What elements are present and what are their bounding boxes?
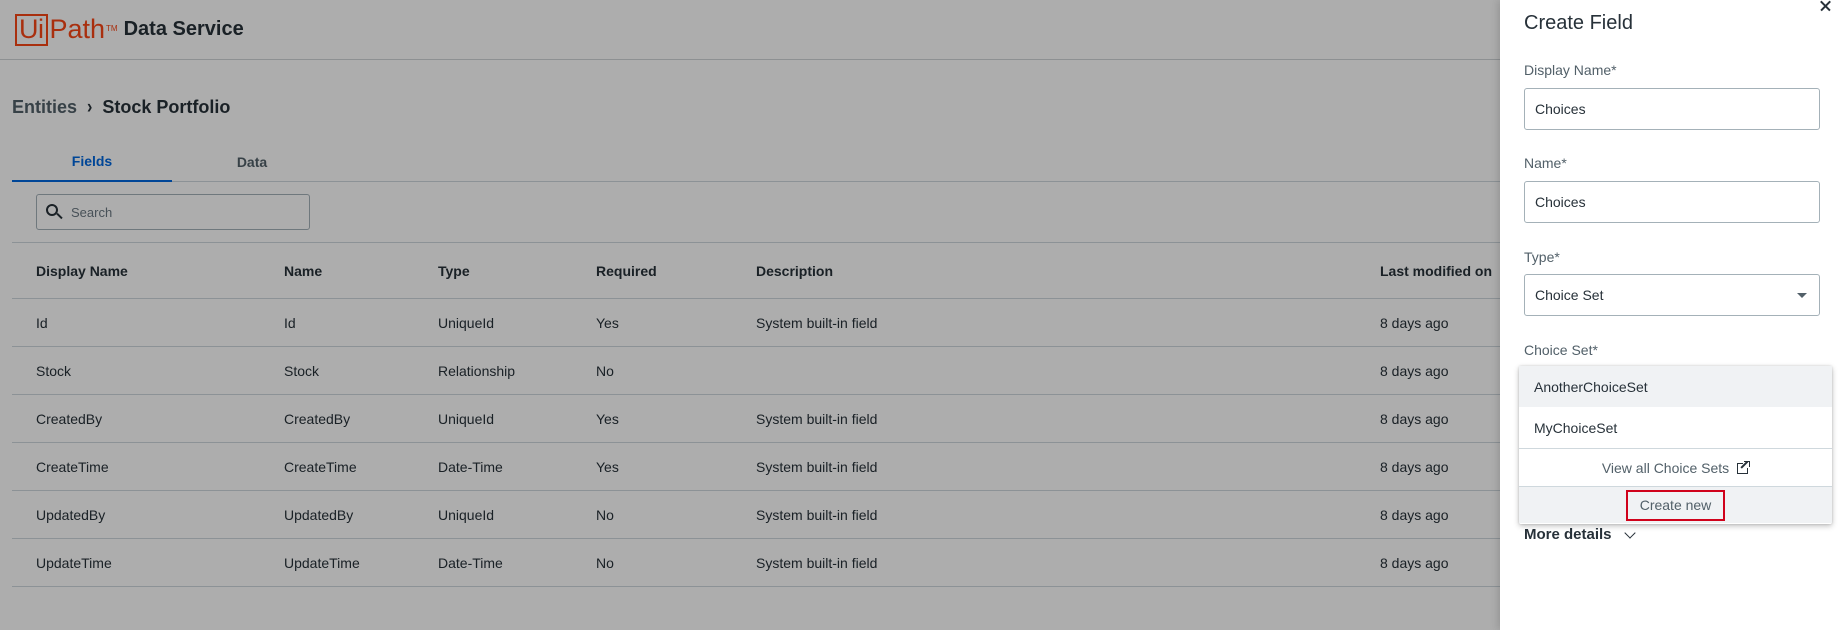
chevron-down-icon: [1623, 526, 1636, 539]
close-icon[interactable]: [1815, 0, 1835, 14]
display-name-label: Display Name*: [1524, 62, 1617, 78]
view-all-choice-sets-label: View all Choice Sets: [1601, 459, 1730, 476]
dropdown-arrow-icon: [1797, 293, 1807, 298]
more-details-toggle[interactable]: More details: [1524, 526, 1636, 543]
name-field[interactable]: Choices: [1524, 181, 1820, 223]
type-select-value: Choice Set: [1535, 287, 1604, 303]
external-link-icon: [1737, 460, 1751, 474]
create-new-button[interactable]: Create new: [1625, 489, 1726, 521]
name-label: Name*: [1524, 155, 1567, 171]
choice-set-label: Choice Set*: [1524, 342, 1598, 358]
choice-set-dropdown-menu: AnotherChoiceSet MyChoiceSet View all Ch…: [1519, 366, 1832, 524]
type-select[interactable]: Choice Set: [1524, 274, 1820, 316]
view-all-choice-sets-link[interactable]: View all Choice Sets: [1519, 448, 1832, 486]
panel-title: Create Field: [1524, 12, 1633, 34]
choice-set-option[interactable]: AnotherChoiceSet: [1519, 366, 1832, 407]
create-new-row: Create new: [1519, 486, 1832, 523]
more-details-label: More details: [1524, 526, 1612, 543]
choice-set-option[interactable]: MyChoiceSet: [1519, 407, 1832, 448]
type-label: Type*: [1524, 249, 1560, 265]
display-name-field[interactable]: Choices: [1524, 88, 1820, 130]
